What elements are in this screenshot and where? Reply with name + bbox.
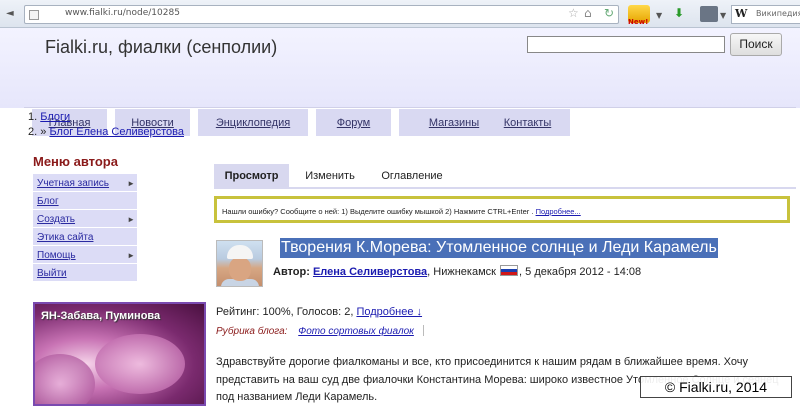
addon-new-badge: New!	[628, 18, 649, 26]
menu-item-label: Выйти	[37, 268, 67, 279]
rubric-label: Рубрика блога:	[216, 326, 288, 337]
submenu-arrow-icon: ►	[127, 215, 135, 224]
breadcrumb-number: 2.	[28, 126, 38, 138]
russia-flag-icon	[500, 265, 519, 276]
menu-item-label: Блог	[37, 196, 59, 207]
nav-forum[interactable]: Форум	[316, 109, 391, 136]
copyright-watermark: © Fialki.ru, 2014	[640, 376, 792, 398]
author-avatar[interactable]	[216, 240, 263, 287]
avatar-face	[229, 257, 251, 281]
breadcrumb-number: 1.	[28, 111, 38, 123]
notice-text: Нашли ошибку? Сообщите о ней: 1) Выделит…	[222, 207, 536, 216]
author-label: Автор:	[273, 266, 310, 278]
address-bar[interactable]: www.fialki.ru/node/10285	[24, 5, 619, 24]
download-icon[interactable]: ⬇	[674, 6, 684, 20]
nav-contacts[interactable]: Контакты	[485, 109, 570, 136]
menu-item-account[interactable]: Учетная запись ►	[33, 174, 137, 192]
violet-promo-image[interactable]: ЯН-Забава, Пуминова	[33, 302, 206, 406]
nav-divider	[24, 107, 796, 108]
site-title: Fialki.ru, фиалки (сенполии)	[45, 37, 278, 57]
author-menu: Учетная запись ► Блог Создать ► Этика са…	[33, 174, 137, 282]
menu-item-logout[interactable]: Выйти	[33, 264, 137, 282]
wikipedia-icon: W	[735, 7, 748, 20]
breadcrumb-item: 2. » Блог Елена Селиверстова	[28, 126, 184, 141]
author-location: , Нижнекамск	[427, 266, 496, 278]
tab-view[interactable]: Просмотр	[214, 164, 289, 187]
reload-icon[interactable]: ↻	[604, 6, 614, 20]
notice-more-link[interactable]: Подробнее...	[536, 207, 581, 216]
search-button[interactable]: Поиск	[730, 33, 782, 56]
avatar-cap	[227, 245, 253, 259]
promo-caption: ЯН-Забава, Пуминова	[41, 310, 161, 322]
menu-item-help[interactable]: Помощь ►	[33, 246, 137, 264]
rating-text: Рейтинг: 100%, Голосов: 2,	[216, 306, 357, 318]
nav-encyclopedia[interactable]: Энциклопедия	[198, 109, 308, 136]
site-search-input[interactable]	[527, 36, 725, 53]
article-byline: Автор: Елена Селиверстова, Нижнекамск , …	[273, 265, 641, 278]
author-link[interactable]: Елена Селиверстова	[313, 266, 427, 278]
search-engine-label: Википедия (ru)	[756, 9, 800, 18]
menu-item-label: Этика сайта	[37, 232, 94, 243]
rating-details-link[interactable]: Подробнее ↓	[356, 306, 422, 318]
content-tabs: Просмотр Изменить Оглавление	[214, 164, 796, 189]
submenu-arrow-icon: ►	[127, 179, 135, 188]
menu-item-create[interactable]: Создать ►	[33, 210, 137, 228]
rubric-divider	[422, 325, 424, 336]
home-icon[interactable]: ⌂	[584, 6, 592, 20]
back-icon[interactable]: ◄	[6, 8, 14, 19]
breadcrumb-link-blogs[interactable]: Блоги	[40, 111, 70, 123]
error-report-notice: Нашли ошибку? Сообщите о ней: 1) Выделит…	[214, 196, 790, 223]
article-date: , 5 декабря 2012 - 14:08	[519, 266, 642, 278]
petal-shape	[35, 354, 95, 404]
submenu-arrow-icon: ►	[127, 251, 135, 260]
menu-item-blog[interactable]: Блог	[33, 192, 137, 210]
site-identity-icon[interactable]	[29, 10, 39, 20]
toolbar-dropdown-icon[interactable]: ▼	[720, 9, 726, 23]
tab-edit[interactable]: Изменить	[296, 164, 364, 187]
menu-item-label: Учетная запись	[37, 178, 110, 189]
article-rating: Рейтинг: 100%, Голосов: 2, Подробнее ↓	[216, 306, 422, 318]
menu-item-label: Создать	[37, 214, 76, 225]
bookmark-star-icon[interactable]: ☆	[568, 6, 579, 20]
article-title: Творения К.Морева: Утомленное солнце и Л…	[280, 238, 718, 258]
blog-rubric: Рубрика блога: Фото сортовых фиалок	[216, 325, 424, 337]
breadcrumb-item: 1. Блоги	[28, 111, 184, 126]
petal-shape	[95, 334, 185, 394]
author-menu-title: Меню автора	[33, 154, 118, 169]
breadcrumb: 1. Блоги 2. » Блог Елена Селиверстова	[28, 111, 184, 141]
toolbar-button-icon[interactable]	[700, 6, 718, 22]
menu-item-label: Помощь	[37, 250, 76, 261]
browser-search-box[interactable]: W Википедия (ru)	[731, 5, 800, 24]
menu-item-site-ethics[interactable]: Этика сайта	[33, 228, 137, 246]
site-header: Fialki.ru, фиалки (сенполии) Поиск Главн…	[0, 28, 800, 136]
breadcrumb-link-user-blog[interactable]: Блог Елена Селиверстова	[49, 126, 184, 138]
tab-contents[interactable]: Оглавление	[374, 164, 450, 187]
addon-dropdown-icon[interactable]: ▼	[656, 9, 662, 23]
browser-toolbar: ◄ www.fialki.ru/node/10285 ☆ ⌂ ↻ New! ▼ …	[0, 0, 800, 28]
url-text: www.fialki.ru/node/10285	[65, 8, 180, 18]
rubric-link[interactable]: Фото сортовых фиалок	[298, 326, 414, 337]
